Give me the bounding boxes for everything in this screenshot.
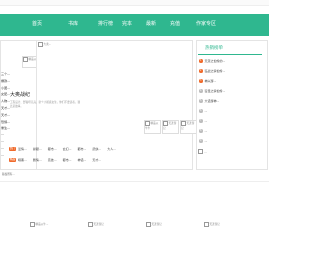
tag-row-link[interactable]: 都市... xyxy=(63,158,72,162)
right-small-link[interactable]: ... xyxy=(198,149,207,154)
left-list-item[interactable]: 恐惧... xyxy=(1,119,10,124)
broken-image-icon xyxy=(88,222,93,227)
broken-image-icon xyxy=(38,42,43,47)
rank-item[interactable]: 4 狂怪之情怕怜... xyxy=(199,89,225,93)
broken-image-icon xyxy=(204,222,209,227)
left-list-item[interactable]: 爆款... xyxy=(1,78,10,83)
tag-row-link[interactable]: 大人... xyxy=(107,147,116,151)
broken-image-icon xyxy=(145,121,150,126)
tag-row-link[interactable]: 天才... xyxy=(92,158,101,162)
broken-image-icon xyxy=(181,121,186,126)
main-nav: 首页 书库 排行榜 完本 最新 充值 作家专区 xyxy=(0,14,269,36)
left-list-item[interactable]: 天才... xyxy=(1,105,10,110)
nav-item-ranking[interactable]: 排行榜 xyxy=(98,20,113,29)
bottom-card-3[interactable]: 天涯游记 xyxy=(146,222,174,234)
bottom-card-2[interactable]: 天涯游记 xyxy=(88,222,116,234)
tag-row-link[interactable]: 都市... xyxy=(78,147,87,151)
left-list-item[interactable]: ... xyxy=(1,139,4,143)
left-list-item[interactable]: ... xyxy=(1,153,4,157)
tag-row-link[interactable]: 都市... xyxy=(48,147,57,151)
rank-item[interactable]: 9... xyxy=(199,139,207,143)
rank-item[interactable]: 7... xyxy=(199,119,207,123)
nav-item-recharge[interactable]: 充值 xyxy=(170,20,180,29)
left-list-item[interactable]: 天才... xyxy=(1,112,10,117)
rank-item[interactable]: 8... xyxy=(199,129,207,133)
tag-row: 热门 爱情... 悬疑... 都市... 玄幻... 都市... 武侠... 大人... xyxy=(9,146,122,153)
feature-title[interactable]: 大奥战纪 xyxy=(10,91,30,98)
thumb-1[interactable]: 精品火牛牛 xyxy=(144,120,161,134)
feature-description: 工程设计、野猫坦克兵、新个小姐感女生，你们不要读者，我还是故事。 xyxy=(10,101,81,108)
rank-item[interactable]: 5 大话游神... xyxy=(199,99,219,103)
category-tag[interactable]: 热门 xyxy=(9,146,16,152)
copyright-text: 版权所有... xyxy=(2,173,15,176)
broken-image-icon xyxy=(163,121,168,126)
tag-row-link[interactable]: 玄幻... xyxy=(63,147,72,151)
nav-item-library[interactable]: 书库 xyxy=(68,20,78,29)
left-list-item[interactable]: 三个... xyxy=(1,71,10,76)
broken-image-icon xyxy=(198,149,203,154)
left-list-item[interactable]: 女配... xyxy=(1,91,10,96)
nav-item-latest[interactable]: 最新 xyxy=(146,20,156,29)
tag-row-link[interactable]: 竞技... xyxy=(48,158,57,162)
divider xyxy=(0,181,269,182)
tag-row-link[interactable]: 悬疑... xyxy=(33,147,42,151)
tag-row-link[interactable]: 神话... xyxy=(78,158,87,162)
rank-item[interactable]: 1 天涯之怕怜的... xyxy=(199,59,225,63)
left-list-item[interactable]: 小团... xyxy=(1,85,10,90)
left-list-item[interactable]: 重生... xyxy=(1,125,10,130)
top-bar xyxy=(0,0,269,6)
left-list-item[interactable]: ... xyxy=(1,146,4,150)
category-tag[interactable]: 精品 xyxy=(9,157,16,163)
rank-item[interactable]: 6... xyxy=(199,109,207,113)
tag-row-link[interactable]: 剧情... xyxy=(33,158,42,162)
tag-row: 精品 暗黑... 剧情... 竞技... 都市... 神话... 天才... xyxy=(9,157,107,164)
bottom-card-4[interactable]: 天涯游记 xyxy=(204,222,232,234)
nav-item-home[interactable]: 首页 xyxy=(32,20,42,29)
nav-item-finished[interactable]: 完本 xyxy=(122,20,132,29)
ranking-underline xyxy=(198,54,262,55)
tag-row-link[interactable]: 爱情... xyxy=(18,147,27,151)
broken-image-icon xyxy=(30,222,35,227)
rank-item[interactable]: 2 狂战之情怕怜... xyxy=(199,69,225,73)
ranking-title: 热销榜单 xyxy=(205,46,223,51)
thumb-3[interactable]: 天涯游记 xyxy=(180,120,197,134)
broken-image-icon xyxy=(146,222,151,227)
left-list-item[interactable]: 人物... xyxy=(1,98,10,103)
feature-image[interactable]: 大奥... xyxy=(38,42,90,88)
bottom-card-1[interactable]: 精品火牛... xyxy=(30,222,58,234)
broken-image-icon xyxy=(23,57,28,62)
rank-item[interactable]: 3 神兴游... xyxy=(199,79,216,83)
left-list-item[interactable]: ... xyxy=(1,132,4,136)
tag-row-link[interactable]: 暗黑... xyxy=(18,158,27,162)
tag-row-link[interactable]: 武侠... xyxy=(92,147,101,151)
nav-item-author[interactable]: 作家专区 xyxy=(196,20,216,29)
thumb-2[interactable]: 天涯游记 xyxy=(162,120,179,134)
